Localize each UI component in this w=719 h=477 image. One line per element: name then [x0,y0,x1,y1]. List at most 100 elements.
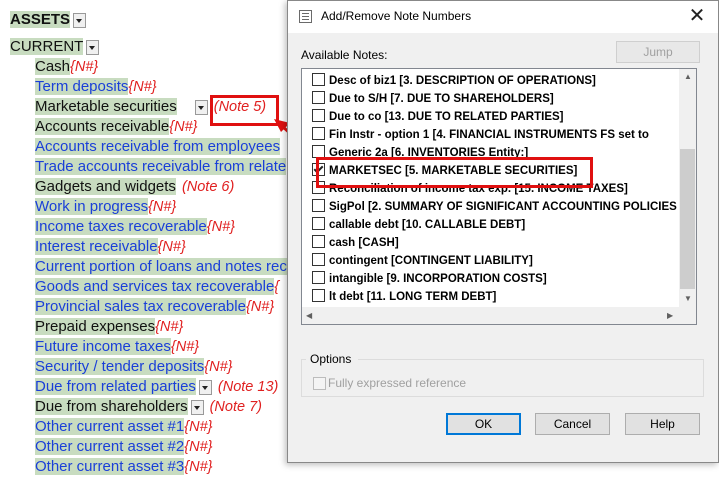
row-label[interactable]: Other current asset #3 [35,458,185,475]
row-label[interactable]: Accounts receivable from employees [35,138,281,155]
statement-row[interactable]: Gadgets and widgets (Note 6) [35,177,234,196]
note-list-item[interactable]: callable debt [10. CALLABLE DEBT] [312,216,525,234]
row-label[interactable]: Accounts receivable [35,118,170,135]
note-list-item[interactable]: Due to S/H [7. DUE TO SHAREHOLDERS] [312,90,554,108]
note-checkbox[interactable] [312,109,325,122]
row-label[interactable]: Future income taxes [35,338,171,355]
note-placeholder: {N#} [204,359,233,375]
statement-row[interactable]: Term deposits{N#} [35,77,157,96]
scrollbar-corner [679,307,696,324]
scrollbar-thumb[interactable] [680,149,695,289]
row-label[interactable]: Goods and services tax recoverable [35,278,275,295]
note-checkbox[interactable] [312,73,325,86]
note-checkbox[interactable] [312,199,325,212]
statement-row[interactable]: Due from related parties (Note 13) [35,377,278,396]
note-placeholder: {N#} [206,219,235,235]
statement-row[interactable]: Provincial sales tax recoverable{N#} [35,297,274,316]
selected-note-callout-box [316,157,593,188]
note-placeholder: {N#} [128,79,157,95]
scroll-right-arrow-icon[interactable]: ▶ [667,311,673,320]
row-label[interactable]: Interest receivable [35,238,158,255]
note-list-item[interactable]: Fin Instr - option 1 [4. FINANCIAL INSTR… [312,126,649,144]
note-checkbox[interactable] [312,235,325,248]
close-icon[interactable]: ✕ [685,5,709,29]
statement-row[interactable]: Accounts receivable{N#} [35,117,197,136]
statement-row[interactable]: ASSETS [10,10,87,29]
note-checkbox[interactable] [312,127,325,140]
statement-row[interactable]: Other current asset #2{N#} [35,437,212,456]
chevron-down-icon[interactable] [190,399,204,415]
note-label: lt debt [11. LONG TERM DEBT] [329,291,497,303]
row-label[interactable]: Due from related parties [35,378,196,395]
note-checkbox[interactable] [312,271,325,284]
scroll-down-arrow-icon[interactable]: ▼ [684,294,692,303]
statement-row[interactable]: CURRENT [10,37,100,56]
chevron-down-icon[interactable] [194,99,208,115]
row-label[interactable]: Due from shareholders [35,398,188,415]
row-label[interactable]: Income taxes recoverable [35,218,207,235]
scroll-left-arrow-icon[interactable]: ◀ [306,311,312,320]
row-label[interactable]: Other current asset #1 [35,418,185,435]
statement-row[interactable]: Current portion of loans and notes rec [35,257,287,276]
available-notes-list[interactable]: Desc of biz1 [3. DESCRIPTION OF OPERATIO… [301,68,697,325]
dialog-app-icon [299,10,312,23]
horizontal-scrollbar[interactable]: ◀ ▶ [302,307,679,324]
jump-button[interactable]: Jump [616,41,700,63]
row-label[interactable]: Term deposits [35,78,129,95]
row-label[interactable]: Current portion of loans and notes rec [35,258,287,275]
scroll-up-arrow-icon[interactable]: ▲ [684,72,692,81]
row-label[interactable]: Other current asset #2 [35,438,185,455]
fully-expressed-label: Fully expressed reference [328,376,467,390]
row-label[interactable]: Gadgets and widgets [35,178,176,195]
statement-row[interactable]: Due from shareholders (Note 7) [35,397,262,416]
row-label[interactable]: Security / tender deposits [35,358,205,375]
note-list-item[interactable]: SigPol [2. SUMMARY OF SIGNIFICANT ACCOUN… [312,198,677,216]
statement-row[interactable]: Interest receivable{N#} [35,237,186,256]
statement-row[interactable]: Work in progress{N#} [35,197,176,216]
vertical-scrollbar[interactable]: ▲ ▼ [679,69,696,308]
row-label[interactable]: Trade accounts receivable from relate [35,158,287,175]
note-placeholder: {N#} [70,59,99,75]
row-label[interactable]: Work in progress [35,198,149,215]
row-label[interactable]: Provincial sales tax recoverable [35,298,246,315]
note-list-item[interactable]: Due to co [13. DUE TO RELATED PARTIES] [312,108,564,126]
note-list-item[interactable]: cash [CASH] [312,234,399,252]
cancel-button[interactable]: Cancel [535,413,610,435]
add-remove-note-numbers-dialog: Add/Remove Note Numbers ✕ Available Note… [287,0,719,463]
row-label[interactable]: ASSETS [10,11,71,28]
row-label[interactable]: Cash [35,58,71,75]
note-list-item[interactable]: Desc of biz1 [3. DESCRIPTION OF OPERATIO… [312,72,596,90]
statement-row[interactable]: Cash{N#} [35,57,98,76]
statement-row[interactable]: Security / tender deposits{N#} [35,357,233,376]
note-placeholder: {N#} [155,319,184,335]
note-list-item[interactable]: intangible [9. INCORPORATION COSTS] [312,270,547,288]
note-placeholder: {N#} [184,419,213,435]
chevron-down-icon[interactable] [86,39,100,55]
note-placeholder: {N#} [148,199,177,215]
note-label: contingent [CONTINGENT LIABILITY] [329,255,533,267]
statement-row[interactable]: Other current asset #1{N#} [35,417,212,436]
note-checkbox[interactable] [312,91,325,104]
note-checkbox[interactable] [312,253,325,266]
chevron-down-icon[interactable] [73,12,87,28]
chevron-down-icon[interactable] [198,379,212,395]
note-label: cash [CASH] [329,237,399,249]
fully-expressed-checkbox[interactable] [313,377,326,390]
help-button[interactable]: Help [625,413,700,435]
statement-row[interactable]: Future income taxes{N#} [35,337,199,356]
note-checkbox[interactable] [312,289,325,302]
statement-row[interactable]: Income taxes recoverable{N#} [35,217,235,236]
row-label[interactable]: Prepaid expenses [35,318,156,335]
statement-row[interactable]: Trade accounts receivable from relate [35,157,287,176]
statement-row[interactable]: Prepaid expenses{N#} [35,317,183,336]
note-checkbox[interactable] [312,217,325,230]
note-list-item[interactable]: contingent [CONTINGENT LIABILITY] [312,252,533,270]
statement-row[interactable]: Accounts receivable from employees [35,137,281,156]
note-list-item[interactable]: lt debt [11. LONG TERM DEBT] [312,288,496,306]
statement-row[interactable]: Goods and services tax recoverable{ [35,277,279,296]
row-label[interactable]: Marketable securities [35,98,177,115]
ok-button[interactable]: OK [446,413,521,435]
row-label[interactable]: CURRENT [10,38,84,55]
note-reference: (Note 6) [181,179,235,195]
statement-row[interactable]: Other current asset #3{N#} [35,457,212,476]
